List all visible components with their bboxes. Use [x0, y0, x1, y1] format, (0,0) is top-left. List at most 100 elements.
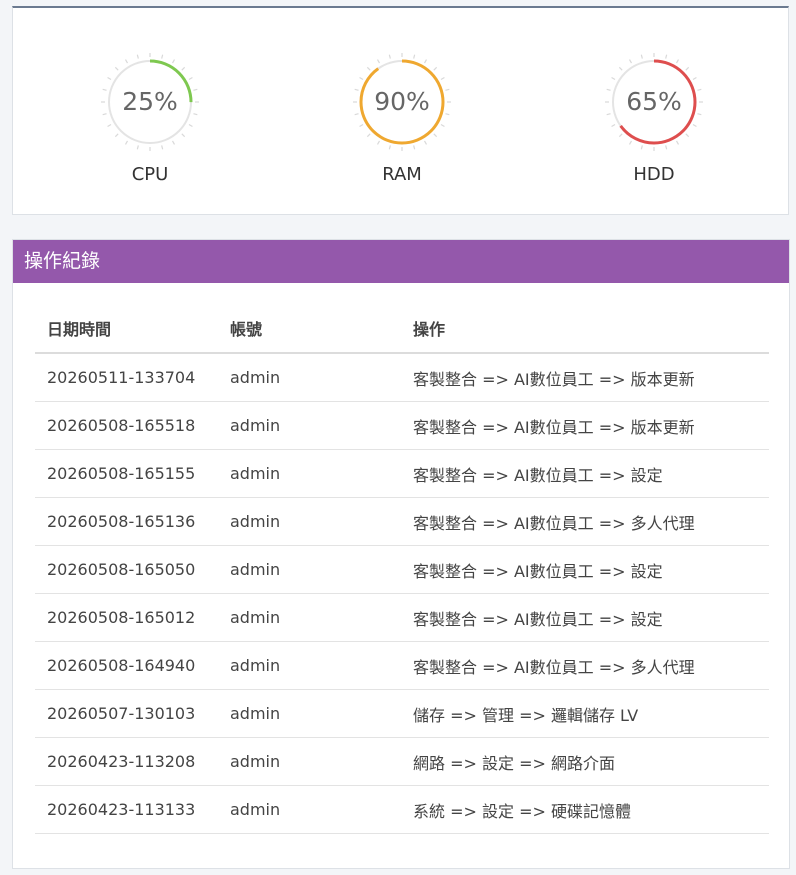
gauge-tick — [114, 133, 119, 138]
cell-operation: 客製整合 => AI數位員工 => 多人代理 — [401, 497, 769, 546]
system-stats-panel: 25% CPU 90% RAM 65% HDD — [12, 6, 789, 215]
gauge-tick — [423, 140, 428, 145]
operation-log-rows: 20260511-133704 admin 客製整合 => AI數位員工 => 版本… — [35, 353, 769, 834]
table-row: 20260511-133704 admin 客製整合 => AI數位員工 => 版本… — [35, 353, 769, 402]
gauge-tick — [366, 133, 371, 138]
gauge-tick — [685, 66, 690, 71]
gauge-tick — [171, 59, 176, 64]
table-row: 20260423-113133 admin 系統 => 設定 => 硬碟記憶體 — [35, 785, 769, 834]
gauge-tick — [188, 123, 193, 128]
cell-account: admin — [218, 689, 401, 738]
cell-datetime: 20260511-133704 — [35, 353, 218, 402]
cell-account: admin — [218, 641, 401, 690]
gauge-tick — [136, 145, 139, 150]
cpu-gauge-value: 25% — [122, 87, 178, 116]
table-row: 20260508-165155 admin 客製整合 => AI數位員工 => 設定 — [35, 449, 769, 498]
gauge-tick — [618, 133, 623, 138]
cpu-gauge: 25% CPU — [100, 52, 200, 185]
cell-account: admin — [218, 545, 401, 594]
gauge-tick — [640, 145, 643, 150]
cell-datetime: 20260508-165012 — [35, 593, 218, 642]
gauge-tick — [611, 123, 616, 128]
table-row: 20260508-165012 admin 客製整合 => AI數位員工 => 設定 — [35, 593, 769, 642]
cell-datetime: 20260508-165155 — [35, 449, 218, 498]
cell-account: admin — [218, 785, 401, 834]
gauge-tick — [107, 76, 112, 81]
gauge-tick — [640, 54, 643, 59]
gauge-tick — [181, 66, 186, 71]
cell-operation: 網路 => 設定 => 網路介面 — [401, 737, 769, 786]
gauge-tick — [388, 54, 391, 59]
ram-gauge: 90% RAM — [352, 52, 452, 185]
cpu-gauge-label: CPU — [131, 164, 169, 185]
gauge-tick — [124, 140, 129, 145]
cell-operation: 客製整合 => AI數位員工 => 多人代理 — [401, 641, 769, 690]
cell-account: admin — [218, 593, 401, 642]
gauge-tick — [376, 140, 381, 145]
cell-datetime: 20260508-165136 — [35, 497, 218, 546]
gauge-tick — [440, 123, 445, 128]
gauge-tick — [181, 133, 186, 138]
cell-operation: 客製整合 => AI數位員工 => 設定 — [401, 593, 769, 642]
gauge-tick — [665, 54, 668, 59]
ram-gauge-label: RAM — [382, 164, 422, 185]
gauge-tick — [685, 133, 690, 138]
header-operation: 操作 — [401, 304, 769, 354]
ram-gauge-value: 90% — [374, 87, 430, 116]
gauge-tick — [628, 59, 633, 64]
cell-datetime: 20260507-130103 — [35, 689, 218, 738]
operation-log-table: 日期時間 帳號 操作 20260511-133704 admin 客製整合 => A… — [35, 304, 769, 834]
table-row: 20260423-113208 admin 網路 => 設定 => 網路介面 — [35, 737, 769, 786]
gauge-tick — [675, 59, 680, 64]
cell-operation: 客製整合 => AI數位員工 => 版本更新 — [401, 353, 769, 402]
cell-datetime: 20260508-164940 — [35, 641, 218, 690]
header-account: 帳號 — [218, 304, 401, 354]
gauge-tick — [433, 133, 438, 138]
cell-datetime: 20260508-165050 — [35, 545, 218, 594]
cell-account: admin — [218, 449, 401, 498]
cell-operation: 系統 => 設定 => 硬碟記憶體 — [401, 785, 769, 834]
cell-account: admin — [218, 737, 401, 786]
gauge-tick — [611, 76, 616, 81]
gauge-tick — [124, 59, 129, 64]
cell-datetime: 20260423-113133 — [35, 785, 218, 834]
gauge-tick — [107, 123, 112, 128]
gauge-tick — [433, 66, 438, 71]
cell-account: admin — [218, 401, 401, 450]
hdd-gauge-label: HDD — [633, 164, 675, 185]
gauge-tick — [161, 145, 164, 150]
gauge-tick — [366, 66, 371, 71]
table-row: 20260507-130103 admin 儲存 => 管理 => 邏輯儲存 LV — [35, 689, 769, 738]
cell-operation: 客製整合 => AI數位員工 => 設定 — [401, 449, 769, 498]
gauge-tick — [692, 123, 697, 128]
operation-log-panel: 操作紀錄 日期時間 帳號 操作 20260511-133704 admin 客製整合… — [12, 239, 790, 869]
operation-log-title: 操作紀錄 — [13, 240, 789, 283]
table-row: 20260508-164940 admin 客製整合 => AI數位員工 => 多人… — [35, 641, 769, 690]
cell-operation: 客製整合 => AI數位員工 => 設定 — [401, 545, 769, 594]
gauge-tick — [413, 54, 416, 59]
table-row: 20260508-165136 admin 客製整合 => AI數位員工 => 多人… — [35, 497, 769, 546]
cell-operation: 客製整合 => AI數位員工 => 版本更新 — [401, 401, 769, 450]
gauge-tick — [618, 66, 623, 71]
cell-datetime: 20260423-113208 — [35, 737, 218, 786]
cell-account: admin — [218, 353, 401, 402]
gauge-tick — [136, 54, 139, 59]
gauge-tick — [628, 140, 633, 145]
gauge-tick — [359, 76, 364, 81]
gauge-tick — [440, 76, 445, 81]
gauge-tick — [161, 54, 164, 59]
gauge-tick — [188, 76, 193, 81]
table-header-row: 日期時間 帳號 操作 — [35, 304, 769, 354]
table-row: 20260508-165050 admin 客製整合 => AI數位員工 => 設定 — [35, 545, 769, 594]
cell-datetime: 20260508-165518 — [35, 401, 218, 450]
gauge-tick — [692, 76, 697, 81]
cell-operation: 儲存 => 管理 => 邏輯儲存 LV — [401, 689, 769, 738]
hdd-gauge-value: 65% — [626, 87, 682, 116]
gauge-tick — [413, 145, 416, 150]
hdd-gauge: 65% HDD — [604, 52, 704, 185]
gauge-tick — [376, 59, 381, 64]
gauge-tick — [423, 59, 428, 64]
gauge-tick — [388, 145, 391, 150]
header-datetime: 日期時間 — [35, 304, 218, 354]
gauge-tick — [675, 140, 680, 145]
